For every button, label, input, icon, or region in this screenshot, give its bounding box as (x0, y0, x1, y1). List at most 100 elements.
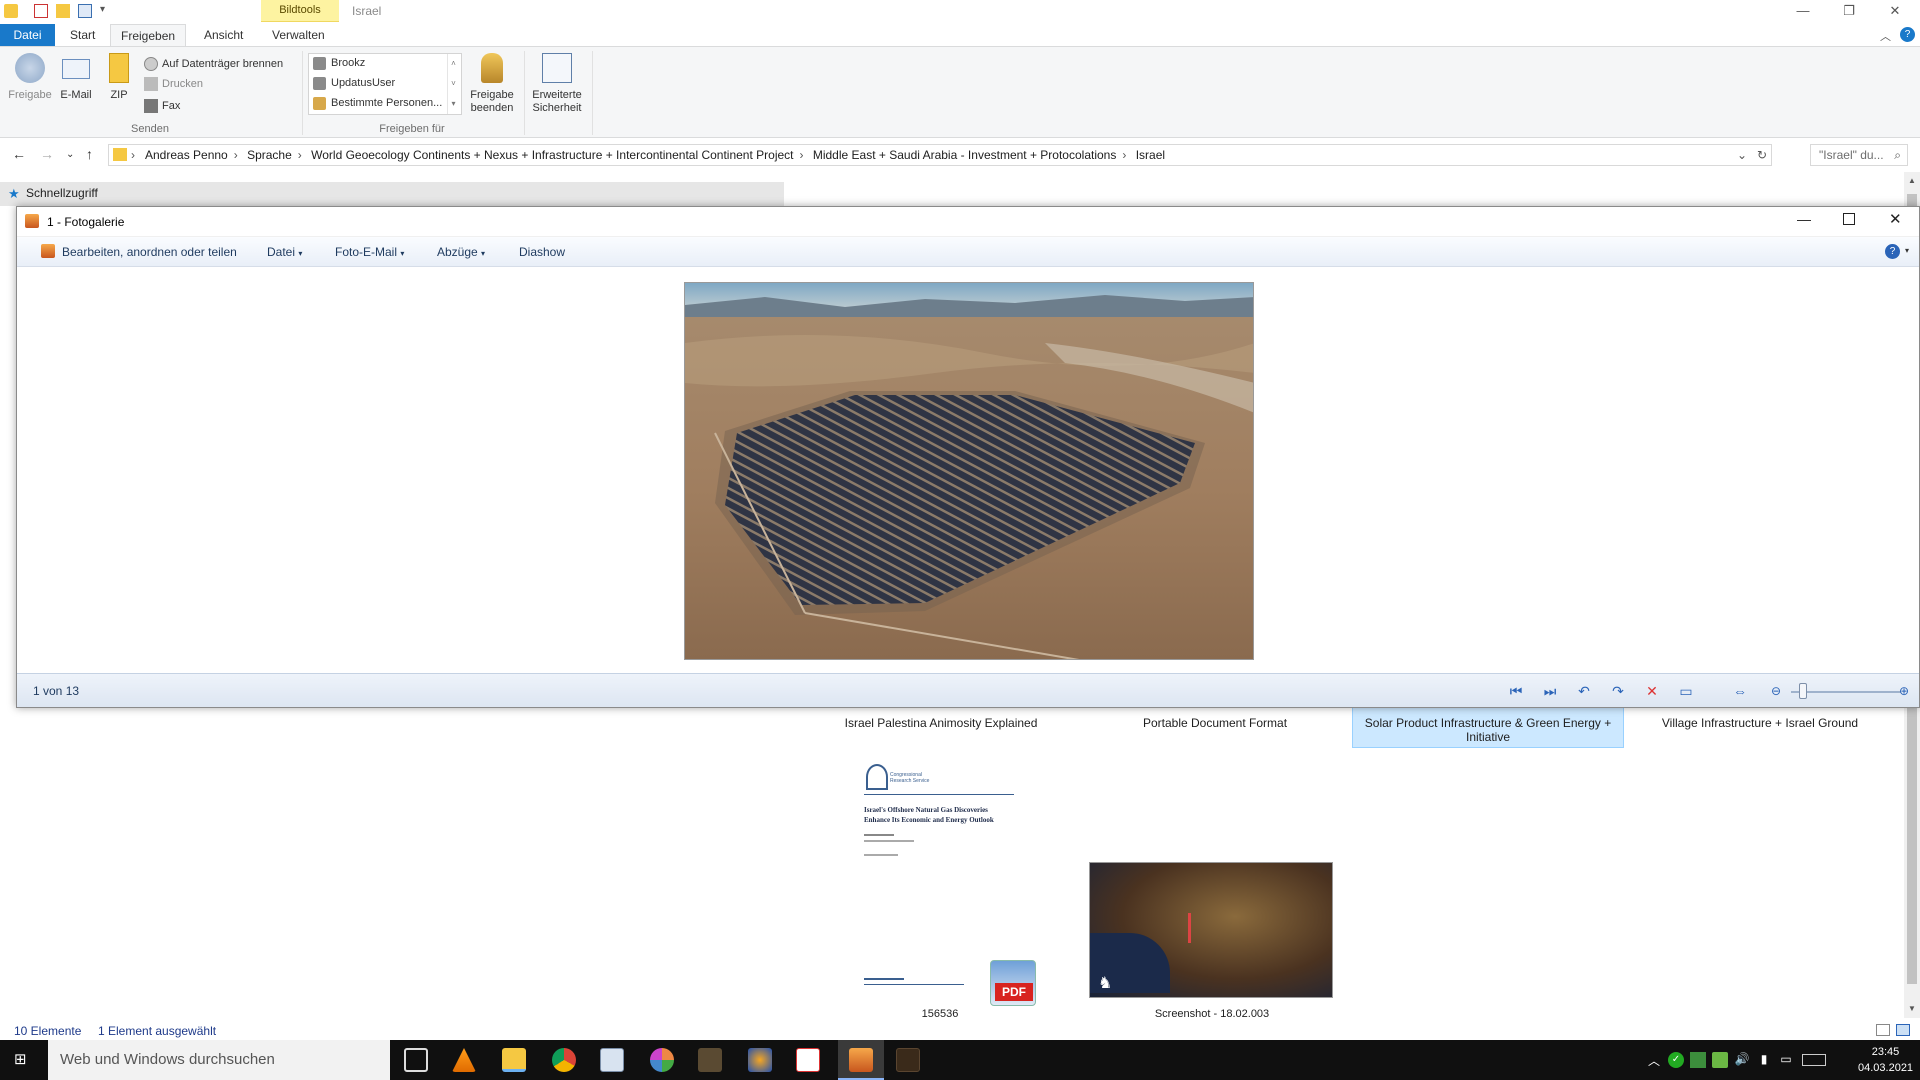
chrome-icon[interactable] (552, 1048, 576, 1072)
list-scroll-chevron-icon[interactable]: ˄ ˅ ▾ (447, 54, 459, 114)
chevron-down-icon[interactable]: ▾ (1905, 246, 1909, 255)
breadcrumb-separator-icon[interactable]: › (1122, 148, 1126, 162)
delete-icon[interactable]: ✕ (1643, 682, 1661, 700)
breadcrumb-item[interactable]: Israel (1136, 148, 1165, 162)
rename-icon[interactable] (78, 4, 92, 18)
email-button[interactable]: E-Mail (56, 53, 96, 102)
search-input[interactable]: "Israel" du... ⌕ (1810, 144, 1908, 166)
volume-icon[interactable]: 🔊 (1734, 1052, 1750, 1068)
restore-button[interactable]: ❐ (1826, 0, 1872, 22)
media-app-icon[interactable] (698, 1048, 722, 1072)
back-arrow-icon[interactable]: ← (12, 146, 26, 162)
share-user-updatususer[interactable]: UpdatusUser (309, 74, 449, 93)
file-name[interactable]: 156536 (880, 1008, 1000, 1020)
pdf-thumbnail[interactable]: PDF (860, 952, 1036, 1008)
help-icon[interactable]: ? (1885, 244, 1900, 259)
file-name[interactable]: Portable Document Format (1100, 716, 1330, 730)
up-arrow-icon[interactable]: ↑ (86, 146, 93, 162)
file-explorer-icon[interactable] (502, 1048, 526, 1072)
ribbon-collapse-chevron-icon[interactable]: ︿ (1880, 28, 1891, 44)
menu-prints[interactable]: Abzüge ▾ (437, 245, 485, 259)
breadcrumb-separator-icon[interactable]: › (298, 148, 302, 162)
taskbar-search-box[interactable]: Web und Windows durchsuchen (48, 1040, 390, 1080)
menu-file[interactable]: Datei ▾ (267, 245, 302, 259)
nvidia-icon[interactable] (1690, 1052, 1706, 1068)
document-thumbnail[interactable]: Congressional Research Service Israel's … (856, 756, 1022, 868)
new-folder-icon[interactable] (56, 4, 70, 18)
zoom-slider-track[interactable] (1791, 691, 1901, 693)
minimize-button[interactable]: — (1780, 0, 1826, 22)
windows-start-icon[interactable]: ⊞ (14, 1052, 30, 1068)
tab-manage[interactable]: Verwalten (262, 24, 335, 46)
app-icon[interactable] (896, 1048, 920, 1072)
taskbar-clock[interactable]: 23:45 04.03.2021 (1858, 1044, 1913, 1076)
folder-icon[interactable] (4, 4, 18, 18)
file-name[interactable]: Israel Palestina Animosity Explained (826, 716, 1056, 730)
refresh-icon[interactable]: ↻ (1757, 145, 1767, 165)
fit-to-window-icon[interactable]: ⇔ (1731, 682, 1749, 700)
notification-icon[interactable]: ▭ (1778, 1052, 1794, 1068)
breadcrumb-item[interactable]: Sprache (247, 148, 292, 162)
tab-file[interactable]: Datei (0, 24, 55, 46)
stop-sharing-button[interactable]: Freigabe beenden (466, 53, 518, 115)
help-icon[interactable]: ? (1900, 27, 1915, 42)
next-icon[interactable]: ⏭ (1541, 682, 1559, 700)
photo-minimize-button[interactable]: — (1797, 211, 1811, 227)
menu-edit-organize-share[interactable]: Bearbeiten, anordnen oder teilen (62, 245, 237, 259)
advanced-security-button[interactable]: Erweiterte Sicherheit (528, 53, 586, 115)
photo-editor-icon[interactable] (600, 1048, 624, 1072)
breadcrumb-chevron-icon[interactable]: › (131, 145, 135, 165)
picasa-icon[interactable] (650, 1048, 674, 1072)
breadcrumb-separator-icon[interactable]: › (234, 148, 238, 162)
battery-icon[interactable] (1712, 1052, 1728, 1068)
share-user-brookz[interactable]: Brookz (309, 54, 449, 73)
photo-close-button[interactable]: ✕ (1889, 210, 1902, 228)
tab-view[interactable]: Ansicht (194, 24, 253, 46)
file-name[interactable]: Village Infrastructure + Israel Ground (1645, 716, 1875, 730)
close-button[interactable]: ✕ (1872, 0, 1918, 22)
large-icons-view-icon[interactable] (1896, 1024, 1910, 1036)
tray-chevron-icon[interactable]: ︿ (1646, 1052, 1662, 1068)
slideshow-icon[interactable]: ▭ (1677, 682, 1695, 700)
photo-maximize-button[interactable] (1843, 213, 1855, 225)
task-view-icon[interactable] (404, 1048, 428, 1072)
file-name[interactable]: Screenshot - 18.02.003 (1100, 1008, 1324, 1020)
zoom-in-icon[interactable]: ⊕ (1895, 682, 1913, 700)
breadcrumb-item[interactable]: World Geoecology Continents + Nexus + In… (311, 148, 793, 162)
bubble-app-icon[interactable] (748, 1048, 772, 1072)
menu-photo-email[interactable]: Foto-E-Mail ▾ (335, 245, 404, 259)
breadcrumb-item[interactable]: Middle East + Saudi Arabia - Investment … (813, 148, 1117, 162)
address-field[interactable]: › Andreas Penno › Sprache › World Geoecolo… (108, 144, 1772, 166)
properties-icon[interactable] (34, 4, 48, 18)
rotate-right-icon[interactable]: ↷ (1609, 682, 1627, 700)
scroll-up-icon[interactable]: ▲ (1908, 176, 1916, 185)
breadcrumb-separator-icon[interactable]: › (800, 148, 804, 162)
zoom-out-icon[interactable]: ⊖ (1767, 682, 1785, 700)
details-view-icon[interactable] (1876, 1024, 1890, 1036)
recent-chevron-icon[interactable]: ⌄ (66, 149, 74, 160)
fax-button[interactable]: Fax (142, 97, 180, 115)
vlc-icon[interactable] (452, 1048, 476, 1072)
pdf-reader-icon[interactable] (796, 1048, 820, 1072)
zoom-slider-thumb[interactable] (1799, 683, 1807, 699)
share-with-list[interactable]: Brookz UpdatusUser Bestimmte Personen...… (308, 53, 462, 115)
file-name[interactable]: Solar Product Infrastructure & Green Ene… (1360, 716, 1616, 744)
burn-disc-button[interactable]: Auf Datenträger brennen (142, 55, 283, 73)
breadcrumb-item[interactable]: Andreas Penno (145, 148, 228, 162)
forward-arrow-icon[interactable]: → (40, 146, 54, 162)
menu-slideshow[interactable]: Diashow (519, 245, 565, 259)
nav-quick-access[interactable]: Schnellzugriff (26, 186, 98, 200)
tab-share[interactable]: Freigeben (110, 24, 187, 46)
network-icon[interactable]: ▮ (1756, 1052, 1772, 1068)
screenshot-thumbnail[interactable]: ♞ (1089, 862, 1333, 998)
rotate-left-icon[interactable]: ↶ (1575, 682, 1593, 700)
address-dropdown-icon[interactable]: ⌄ (1737, 145, 1747, 165)
tab-start[interactable]: Start (60, 24, 105, 46)
zip-button[interactable]: ZIP (104, 53, 134, 102)
security-check-icon[interactable]: ✓ (1668, 1052, 1684, 1068)
scroll-down-icon[interactable]: ▼ (1908, 1004, 1916, 1013)
share-button[interactable]: Freigabe (6, 53, 54, 102)
keyboard-icon[interactable] (1802, 1054, 1826, 1066)
customize-qa-chevron-icon[interactable]: ▾ (100, 4, 105, 15)
print-button[interactable]: Drucken (142, 75, 203, 93)
